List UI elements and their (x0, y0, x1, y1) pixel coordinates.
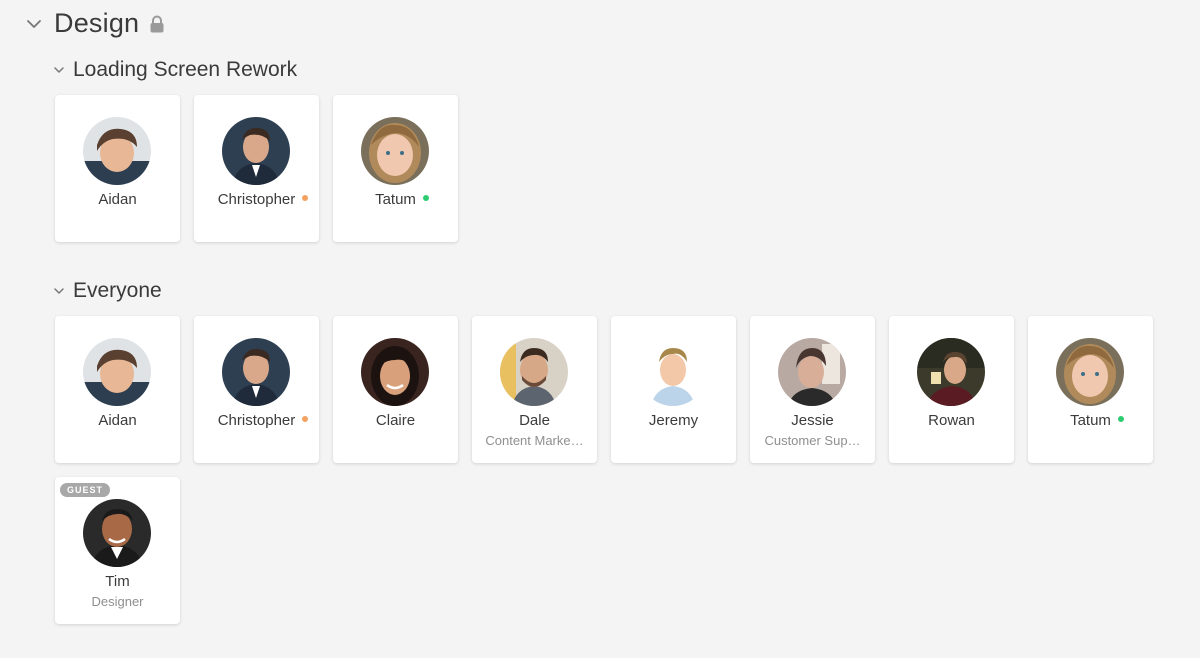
section-title: Loading Screen Rework (73, 58, 298, 81)
member-name: Tatum (1070, 412, 1111, 429)
member-card-christopher[interactable]: Christopher (194, 95, 319, 242)
member-name-row: Claire (333, 412, 458, 429)
avatar (222, 117, 290, 185)
guest-badge: GUEST (60, 483, 111, 497)
avatar (778, 338, 846, 406)
member-name-row: Tatum (333, 191, 458, 208)
status-online-indicator (1117, 416, 1124, 422)
status-away-indicator (302, 195, 309, 201)
member-role: Designer (91, 594, 144, 609)
member-card-jeremy[interactable]: Jeremy (611, 316, 736, 463)
chevron-down-icon[interactable] (53, 64, 65, 76)
member-name: Tim (105, 573, 130, 590)
group-header: Design (26, 8, 165, 39)
member-name: Aidan (98, 412, 137, 429)
member-name: Rowan (928, 412, 975, 429)
member-card-rowan[interactable]: Rowan (889, 316, 1014, 463)
member-card-tatum[interactable]: Tatum (1028, 316, 1153, 463)
member-name: Claire (375, 412, 416, 429)
member-name-row: Rowan (889, 412, 1014, 429)
section-header-everyone: Everyone (53, 279, 162, 303)
avatar (361, 338, 429, 406)
member-name: Tatum (375, 191, 416, 208)
avatar (917, 338, 985, 406)
avatar (83, 338, 151, 406)
avatar (83, 499, 151, 567)
member-name: Dale (519, 412, 550, 429)
member-name-row: Jessie (750, 412, 875, 429)
chevron-down-icon[interactable] (53, 285, 65, 297)
member-card-jessie[interactable]: Jessie Customer Sup… (750, 316, 875, 463)
team-directory-page: Design Loading Screen Rework Aidan Christ… (0, 0, 1200, 658)
status-away-indicator (302, 416, 309, 422)
member-card-tim[interactable]: GUEST Tim Designer (55, 477, 180, 624)
member-role: Customer Sup… (764, 433, 861, 448)
member-card-claire[interactable]: Claire (333, 316, 458, 463)
avatar (361, 117, 429, 185)
avatar (1056, 338, 1124, 406)
chevron-down-icon[interactable] (26, 16, 42, 32)
member-name: Jessie (791, 412, 834, 429)
member-name-row: Tim (55, 573, 180, 590)
member-name: Jeremy (648, 412, 699, 429)
member-role: Content Marke… (485, 433, 584, 448)
avatar (639, 338, 707, 406)
member-card-aidan[interactable]: Aidan (55, 316, 180, 463)
group-title: Design (54, 8, 140, 38)
member-grid-everyone: Aidan Christopher Claire Dale Content Marke…… (55, 316, 1153, 624)
member-name-row: Christopher (194, 412, 319, 429)
section-title: Everyone (73, 279, 162, 302)
section-header-loading-screen-rework: Loading Screen Rework (53, 58, 297, 82)
member-name-row: Christopher (194, 191, 319, 208)
avatar (500, 338, 568, 406)
member-name: Christopher (217, 412, 296, 429)
member-name: Christopher (217, 191, 296, 208)
member-card-christopher[interactable]: Christopher (194, 316, 319, 463)
member-card-aidan[interactable]: Aidan (55, 95, 180, 242)
lock-icon (149, 15, 165, 33)
member-name: Aidan (98, 191, 137, 208)
member-name-row: Tatum (1028, 412, 1153, 429)
member-name-row: Dale (472, 412, 597, 429)
member-grid-loading-screen-rework: Aidan Christopher Tatum (55, 95, 1153, 242)
avatar (83, 117, 151, 185)
avatar (222, 338, 290, 406)
status-online-indicator (422, 195, 429, 201)
member-card-dale[interactable]: Dale Content Marke… (472, 316, 597, 463)
member-card-tatum[interactable]: Tatum (333, 95, 458, 242)
member-name-row: Aidan (55, 412, 180, 429)
member-name-row: Aidan (55, 191, 180, 208)
member-name-row: Jeremy (611, 412, 736, 429)
